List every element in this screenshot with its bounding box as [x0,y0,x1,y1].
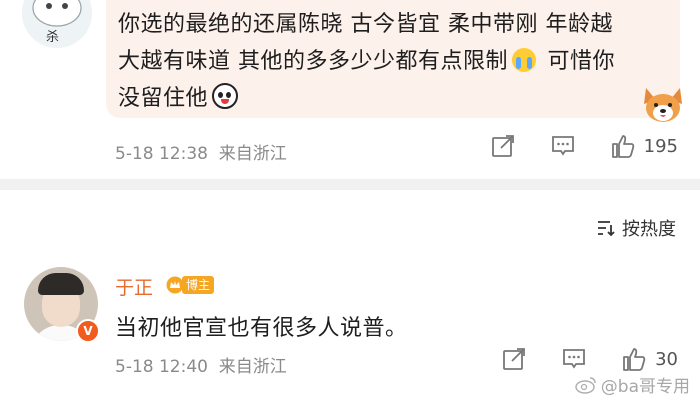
like-count: 195 [643,135,678,157]
comment-line-2: 大越有味道 其他的多多少少都有点限制 可惜你 [118,43,678,80]
avatar[interactable]: 杀 [22,0,92,48]
comment-text: 你选的最绝的还属陈晓 古今皆宜 柔中带刚 年龄越 大越有味道 其他的多多少少都有… [118,6,678,117]
commenter-name[interactable]: 于正 [115,273,153,300]
comment-line-2-text: 大越有味道 其他的多多少少都有点限制 [118,49,508,74]
share-icon[interactable] [501,346,527,372]
comment-location: 来自浙江 [218,144,287,164]
comment-text: 当初他官宣也有很多人说普。 [115,316,408,341]
watermark: @ba哥专用 [575,372,690,397]
like-icon[interactable] [621,346,647,372]
sort-by-hot-button[interactable]: 按热度 [596,215,676,241]
comment-time: 5-18 12:38 [115,144,208,164]
comment-line-2-tail: 可惜你 [547,49,616,74]
verified-badge: V [76,319,100,343]
watermark-text: @ba哥专用 [600,377,690,397]
like-icon[interactable] [610,133,636,159]
cut-next-comment [115,396,257,401]
author-badge-label: 博主 [182,276,215,294]
comment-actions-1: 195 [490,133,678,159]
section-divider [0,179,700,190]
corgi-sticker-icon [644,88,682,122]
sort-icon [598,221,615,237]
comment-icon[interactable] [561,346,587,372]
comment-icon[interactable] [550,133,576,159]
comment-time: 5-18 12:40 [115,357,208,377]
comment-location: 来自浙江 [218,357,287,377]
comment-page: 杀 你选的最绝的还属陈晓 古今皆宜 柔中带刚 年龄越 大越有味道 其他的多多少少… [0,0,700,401]
cry-emoji-icon [512,48,536,72]
like-count: 30 [655,348,678,370]
comment-meta-2: 5-18 12:40 来自浙江 [115,352,287,377]
comment-actions-2: 30 [501,346,678,372]
author-badge: 博主 [166,274,215,296]
comment-line-1: 你选的最绝的还属陈晓 古今皆宜 柔中带刚 年龄越 [118,12,613,37]
comment-meta-1: 5-18 12:38 来自浙江 [115,139,287,164]
weibo-logo-icon [575,376,596,394]
comment-line-3: 没留住他 [118,80,678,117]
sort-label: 按热度 [622,219,676,240]
comment-line-3-text: 没留住他 [118,86,209,111]
panda-emoji-icon [212,83,239,109]
comment-item-1: 杀 你选的最绝的还属陈晓 古今皆宜 柔中带刚 年龄越 大越有味道 其他的多多少少… [0,0,700,180]
avatar-glyph: 杀 [46,30,60,45]
share-icon[interactable] [490,133,516,159]
